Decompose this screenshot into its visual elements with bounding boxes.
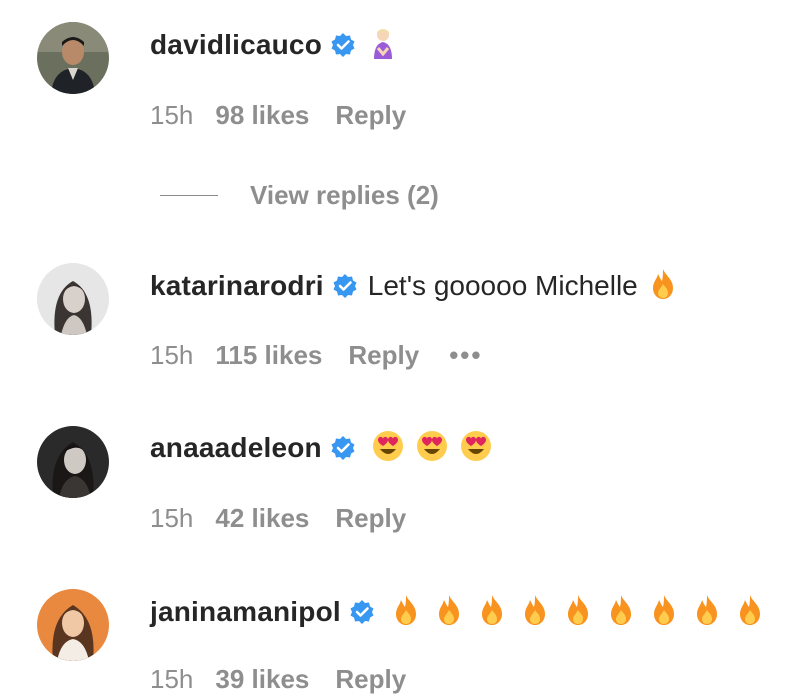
avatar[interactable] [37, 263, 109, 335]
heart-eyes-emoji-icon [460, 430, 492, 467]
bow-emoji-icon [368, 26, 398, 65]
fire-emoji-icon [650, 268, 676, 305]
fire-emoji-icon [479, 594, 505, 631]
avatar[interactable] [37, 22, 109, 94]
likes-count[interactable]: 39 likes [215, 664, 309, 695]
fire-emoji-icon [694, 594, 720, 631]
fire-emoji-icon [522, 594, 548, 631]
more-options-icon[interactable]: ••• [449, 340, 482, 371]
avatar[interactable] [37, 426, 109, 498]
view-replies-button[interactable]: View replies (2) [160, 180, 439, 211]
username[interactable]: katarinarodri [150, 270, 324, 302]
reply-button[interactable]: Reply [348, 340, 419, 371]
avatar[interactable] [37, 589, 109, 661]
fire-emoji-icon [737, 594, 763, 631]
username[interactable]: davidlicauco [150, 29, 322, 61]
comment-timestamp: 15h [150, 663, 194, 694]
reply-button[interactable]: Reply [335, 100, 406, 131]
fire-emoji-icon [436, 594, 462, 631]
heart-eyes-emoji-icon [416, 430, 448, 467]
verified-badge-icon [330, 32, 356, 58]
fire-emoji-icon [608, 594, 634, 631]
fire-emoji-icon [565, 594, 591, 631]
comment-timestamp: 15h [150, 99, 194, 130]
comment-text: Let's gooooo Michelle [367, 270, 638, 301]
view-replies-divider [160, 195, 218, 196]
likes-count[interactable]: 42 likes [215, 503, 309, 534]
comment-timestamp: 15h [150, 339, 194, 370]
fire-emoji-icon [393, 594, 419, 631]
likes-count[interactable]: 98 likes [215, 100, 309, 131]
verified-badge-icon [330, 435, 356, 461]
view-replies-label: View replies (2) [250, 180, 439, 210]
fire-emoji-icon [651, 594, 677, 631]
likes-count[interactable]: 115 likes [215, 340, 322, 371]
verified-badge-icon [349, 599, 375, 625]
heart-eyes-emoji-icon [372, 430, 404, 467]
username[interactable]: janinamanipol [150, 596, 341, 628]
reply-button[interactable]: Reply [335, 664, 406, 695]
username[interactable]: anaaadeleon [150, 432, 322, 464]
comment-timestamp: 15h [150, 502, 194, 533]
reply-button[interactable]: Reply [335, 503, 406, 534]
verified-badge-icon [332, 273, 358, 299]
